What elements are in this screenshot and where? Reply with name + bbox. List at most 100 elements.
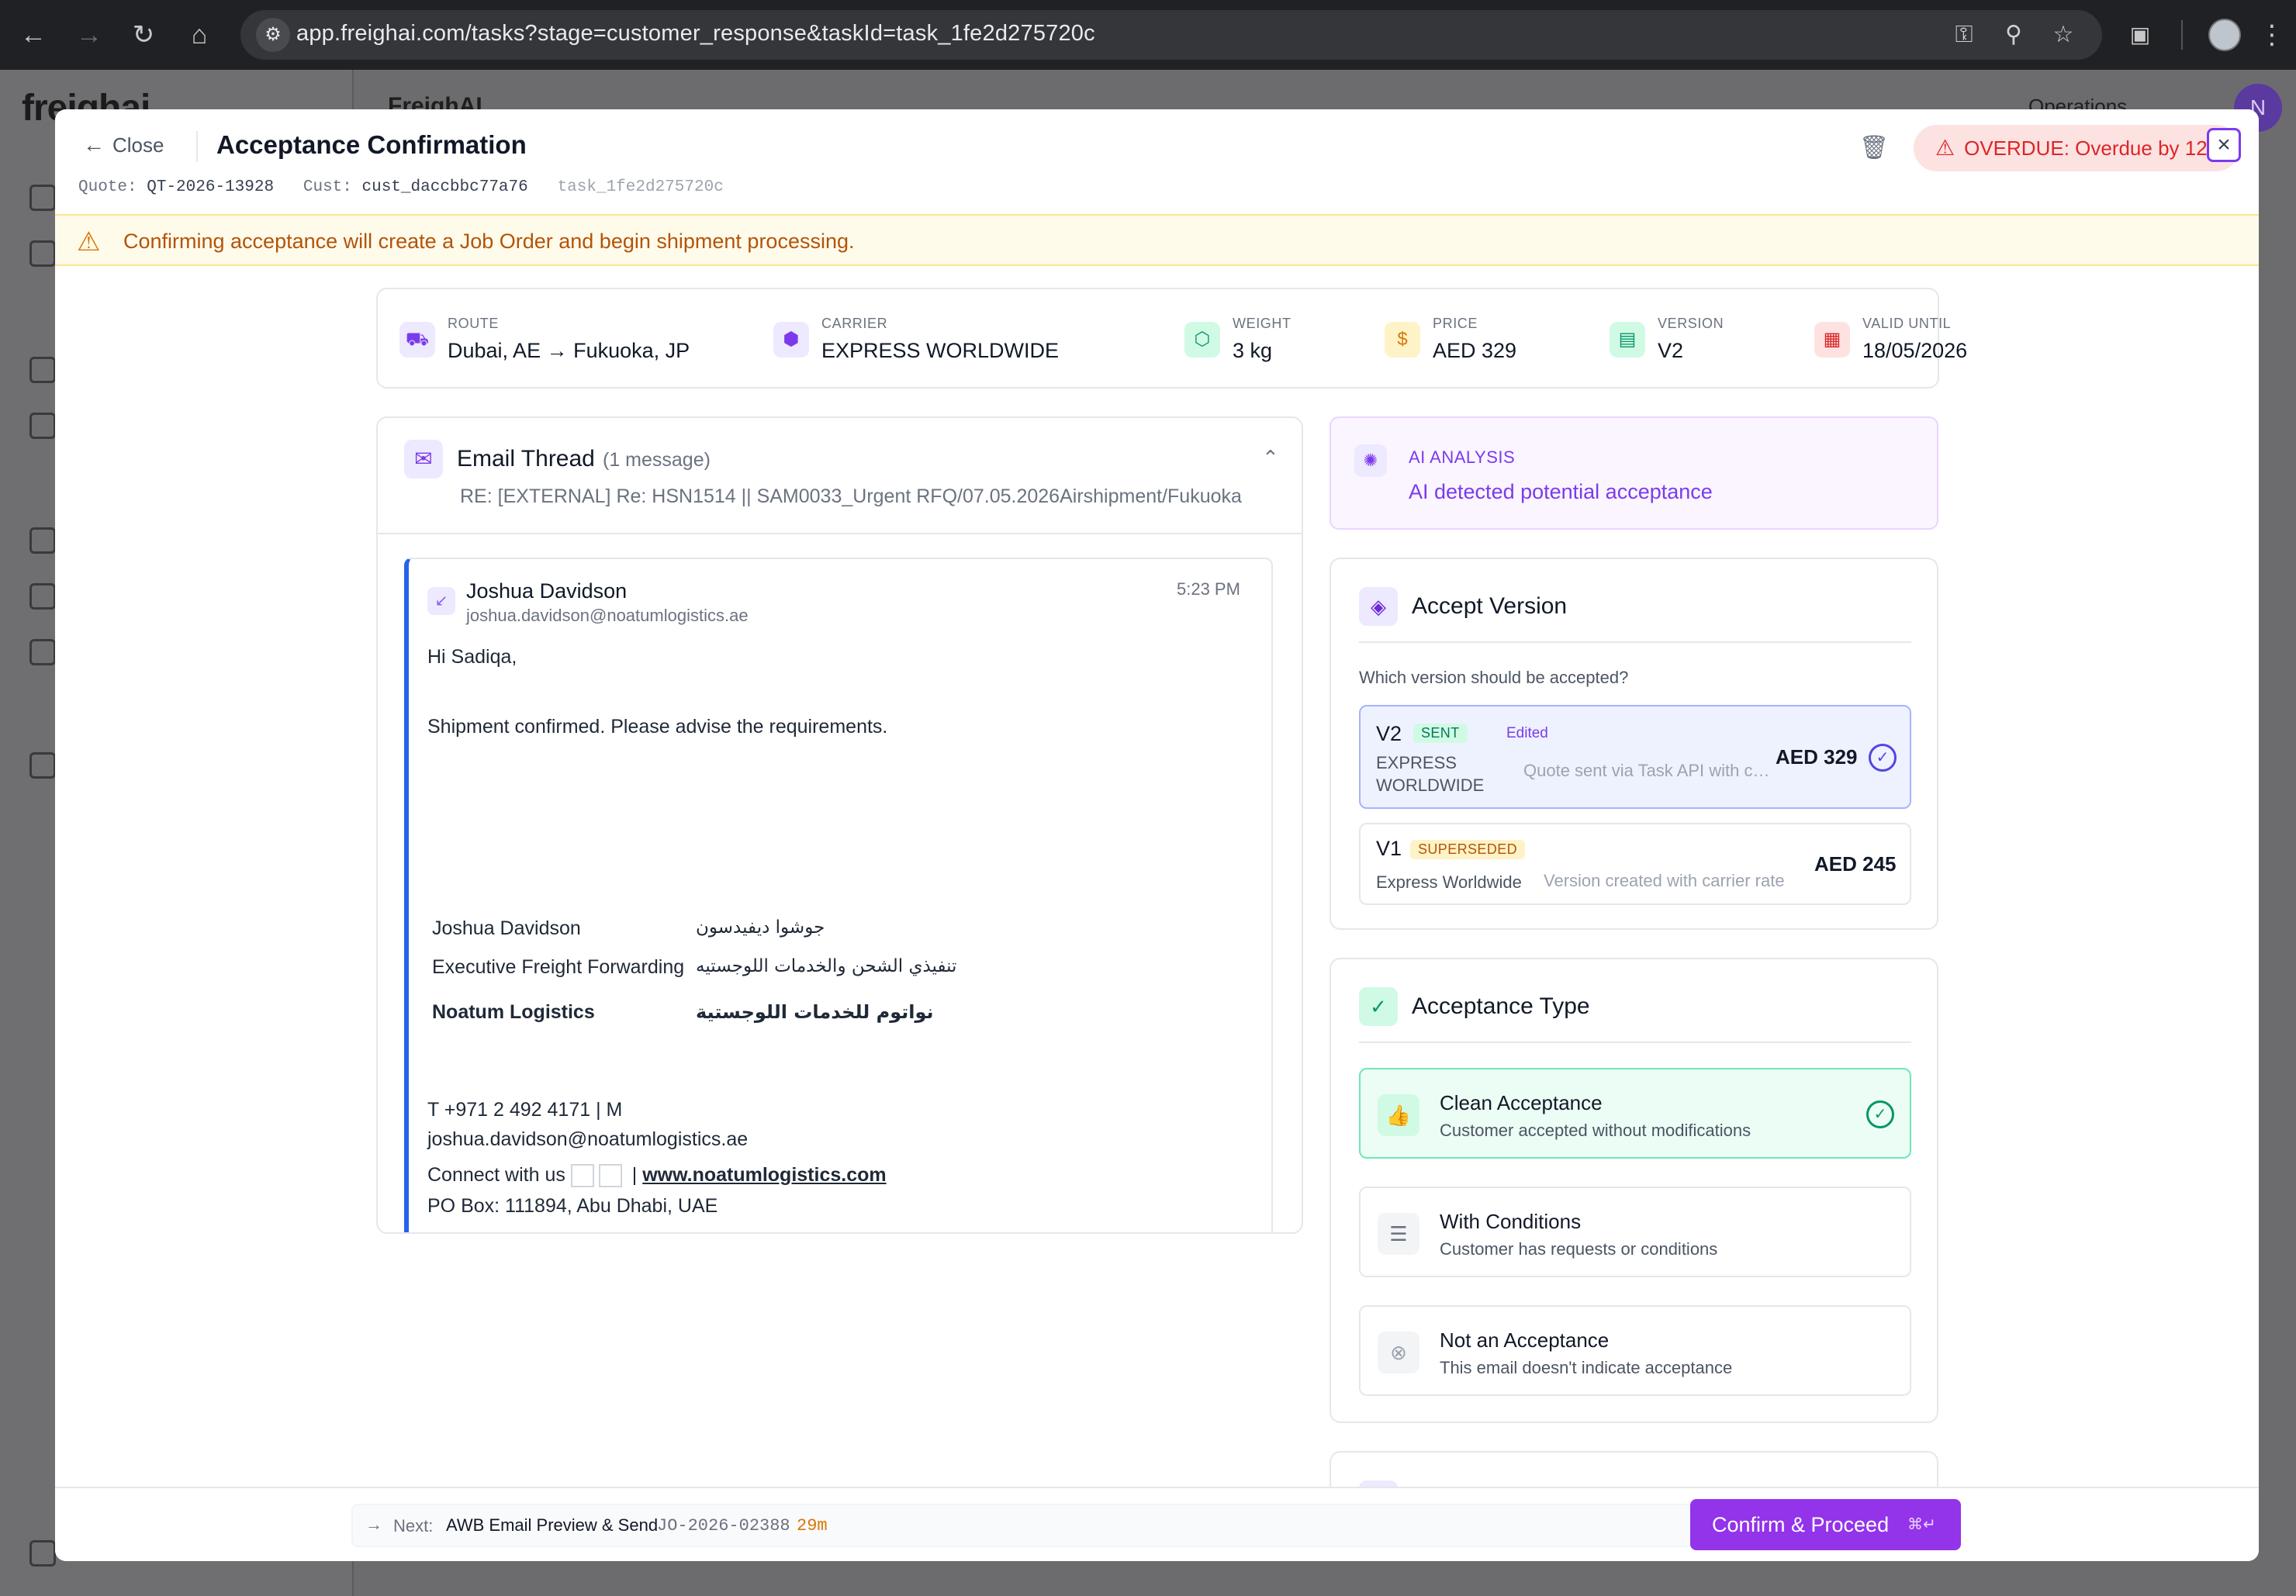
version-price: AED 329 xyxy=(1776,745,1858,769)
acceptance-type-card: ✓ Acceptance Type 👍 Clean Acceptance Cus… xyxy=(1330,958,1938,1423)
price-label: PRICE xyxy=(1433,316,1478,331)
connect-text: Connect with us xyxy=(427,1164,565,1186)
back-icon[interactable]: ← xyxy=(16,17,51,53)
close-button[interactable]: ← Close xyxy=(83,133,164,157)
signature-name-ar: جوشوا ديفيدسون xyxy=(696,917,825,938)
site-info-icon[interactable]: ⚙ xyxy=(256,18,290,52)
acceptance-modal: ← Close Acceptance Confirmation Quote: QT… xyxy=(55,109,2259,1561)
section-divider xyxy=(1359,641,1911,643)
warning-text: Confirming acceptance will create a Job … xyxy=(123,230,855,253)
check-circle-icon: ✓ xyxy=(1866,1100,1894,1128)
sidebar-quotes-icon xyxy=(29,357,56,383)
dollar-icon: $ xyxy=(1385,322,1420,358)
bookmark-star-icon[interactable]: ☆ xyxy=(2046,18,2080,52)
sidebar-reports-icon xyxy=(29,752,56,779)
confirm-label: Confirm & Proceed xyxy=(1712,1513,1890,1536)
browser-chrome: ← → ↻ ⌂ ⚙ app.freighai.com/tasks?stage=c… xyxy=(0,0,2296,70)
job-order-id: JO-2026-02388 xyxy=(657,1516,790,1536)
version-label: VERSION xyxy=(1658,316,1724,331)
sidebar-customers-icon xyxy=(29,527,56,554)
signature-role-ar: تنفيذي الشحن والخدمات اللوجستيه xyxy=(696,956,957,976)
address-bar[interactable]: ⚙ app.freighai.com/tasks?stage=customer_… xyxy=(240,10,2102,60)
x-circle-icon: ⊗ xyxy=(1378,1332,1419,1373)
weight-value: 3 kg xyxy=(1233,339,1273,362)
weight-label: WEIGHT xyxy=(1233,316,1292,331)
tab-search-icon[interactable]: ▣ xyxy=(2122,17,2158,53)
cust-id: cust_daccbbc77a76 xyxy=(361,178,528,196)
overdue-badge: ⚠ OVERDUE: Overdue by 12m xyxy=(1914,125,2239,171)
menu-icon[interactable]: ⋮ xyxy=(2254,17,2290,53)
layers-icon: ◈ xyxy=(1359,587,1398,626)
route-value: Dubai, AE → Fukuoka, JP xyxy=(448,339,690,362)
quote-id: QT-2026-13928 xyxy=(147,178,275,196)
signature-po-box: PO Box: 111894, Abu Dhabi, UAE xyxy=(427,1195,718,1217)
version-option-v2[interactable]: V2 SENT Edited EXPRESS WORLDWIDE Quote s… xyxy=(1359,705,1911,809)
brain-icon: ✺ xyxy=(1354,444,1387,477)
version-option-v1[interactable]: V1 SUPERSEDED Express Worldwide Version … xyxy=(1359,823,1911,905)
option-title: Not an Acceptance xyxy=(1440,1328,1610,1352)
chevron-up-icon[interactable]: ⌃ xyxy=(1262,446,1279,470)
confirm-proceed-button[interactable]: Confirm & Proceed ⌘↵ xyxy=(1690,1499,1961,1550)
signature-phone: T +971 2 492 4171 | M xyxy=(427,1099,623,1121)
option-with-conditions[interactable]: ☰ With Conditions Customer has requests … xyxy=(1359,1187,1911,1277)
forward-icon[interactable]: → xyxy=(71,17,107,53)
email-subject: RE: [EXTERNAL] Re: HSN1514 || SAM0033_Ur… xyxy=(460,485,1242,507)
sender-name: Joshua Davidson xyxy=(466,579,628,603)
alert-triangle-icon: ⚠ xyxy=(1935,136,1955,160)
password-key-icon[interactable]: ⚿ xyxy=(1947,18,1981,52)
sent-badge: SENT xyxy=(1413,724,1468,743)
option-title: Clean Acceptance xyxy=(1440,1091,1603,1114)
option-clean-acceptance[interactable]: 👍 Clean Acceptance Customer accepted wit… xyxy=(1359,1068,1911,1159)
thread-divider xyxy=(378,533,1302,534)
version-note: Quote sent via Task API with carrier rat… xyxy=(1523,761,1772,780)
signature-email: joshua.davidson@noatumlogistics.ae xyxy=(427,1128,749,1150)
version-carrier-line: WORLDWIDE xyxy=(1376,776,1485,795)
valid-until-label: VALID UNTIL xyxy=(1862,316,1952,331)
version-name: V2 xyxy=(1376,722,1402,745)
signature-company-en: Noatum Logistics xyxy=(432,1001,595,1023)
modal-close-x-button[interactable]: × xyxy=(2207,128,2241,162)
accept-version-title: Accept Version xyxy=(1412,593,1568,619)
header-divider xyxy=(196,131,198,162)
zoom-icon[interactable]: ⚲ xyxy=(1997,18,2031,52)
profile-avatar[interactable] xyxy=(2208,19,2241,51)
quote-summary-strip: ⛟ ROUTE Dubai, AE → Fukuoka, JP ⬢ CARRIE… xyxy=(376,288,1967,389)
website-link[interactable]: www.noatumlogistics.com xyxy=(642,1164,886,1186)
arrow-down-left-icon: ↙ xyxy=(427,587,455,615)
reload-icon[interactable]: ↻ xyxy=(126,17,161,53)
ai-analysis-card: ✺ AI ANALYSIS AI detected potential acce… xyxy=(1330,416,1938,530)
document-icon: ▤ xyxy=(1610,322,1645,358)
modal-title: Acceptance Confirmation xyxy=(216,130,527,159)
carrier-value: EXPRESS WORLDWIDE xyxy=(821,339,1060,362)
toolbar-divider xyxy=(2181,20,2183,50)
close-label: Close xyxy=(112,133,164,157)
next-label: Next: xyxy=(393,1516,434,1536)
option-not-acceptance[interactable]: ⊗ Not an Acceptance This email doesn't i… xyxy=(1359,1305,1911,1396)
sender-email: joshua.davidson@noatumlogistics.ae xyxy=(466,606,749,625)
email-thread-count: (1 message) xyxy=(603,449,711,471)
route-label: ROUTE xyxy=(448,316,499,331)
ai-analysis-label: AI ANALYSIS xyxy=(1409,447,1516,467)
message-greeting: Hi Sadiqa, xyxy=(427,646,517,668)
next-step-bar: → Next: AWB Email Preview & Send JO-2026… xyxy=(351,1504,1723,1547)
option-desc: This email doesn't indicate acceptance xyxy=(1440,1358,1733,1377)
close-icon: × xyxy=(2217,132,2231,157)
sidebar-tasks-icon xyxy=(29,240,56,267)
option-desc: Customer accepted without modifications xyxy=(1440,1121,1751,1140)
valid-until-value: 18/05/2026 xyxy=(1862,339,1968,362)
section-divider xyxy=(1359,1042,1911,1043)
home-icon[interactable]: ⌂ xyxy=(182,17,217,53)
signature-role-en: Executive Freight Forwarding xyxy=(432,956,685,978)
warning-icon: ⚠ xyxy=(77,227,101,257)
sidebar-shipments-icon xyxy=(29,413,56,439)
url-text[interactable]: app.freighai.com/tasks?stage=customer_re… xyxy=(296,21,1095,47)
next-step-time: 29m xyxy=(797,1516,828,1536)
arrow-right-icon: → xyxy=(365,1515,382,1534)
version-name: V1 xyxy=(1376,837,1402,860)
message-time: 5:23 PM xyxy=(1177,579,1240,599)
sidebar-dashboard-icon xyxy=(29,185,56,211)
package-icon: ⬢ xyxy=(773,322,809,358)
arrow-left-icon: ← xyxy=(83,133,105,157)
version-carrier: EXPRESS WORLDWIDE xyxy=(1376,751,1484,796)
trash-icon[interactable]: 🗑 xyxy=(1859,133,1890,164)
